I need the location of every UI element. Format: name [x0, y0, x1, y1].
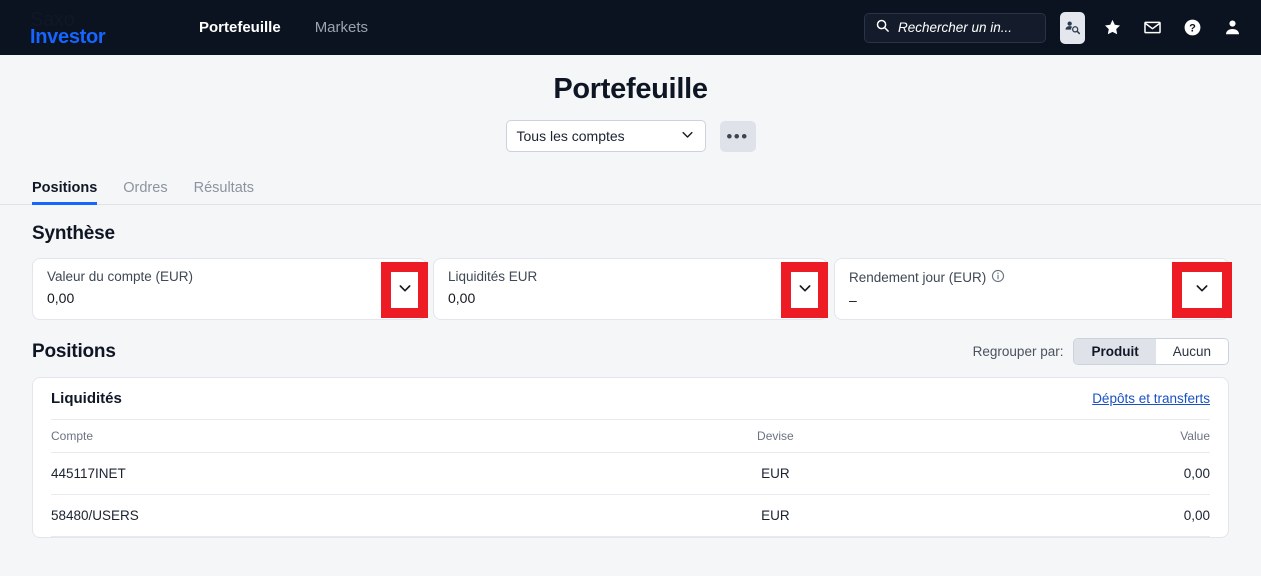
group-by-label: Regrouper par: — [972, 344, 1064, 359]
summary-cards: Valeur du compte (EUR) 0,00 Liquidités E… — [32, 258, 1232, 320]
cash-panel: Liquidités Dépôts et transferts Compte D… — [32, 377, 1229, 538]
chevron-down-icon — [680, 127, 695, 145]
nav-item-portefeuille[interactable]: Portefeuille — [199, 19, 281, 36]
column-header-compte[interactable]: Compte — [51, 420, 631, 453]
summary-card-cash: Liquidités EUR 0,00 — [433, 258, 828, 320]
account-selector-row: Tous les comptes ••• — [0, 120, 1261, 152]
summary-card-account-value: Valeur du compte (EUR) 0,00 — [32, 258, 428, 320]
summary-card-label-text: Liquidités EUR — [448, 269, 538, 284]
cell-currency: EUR — [630, 452, 921, 495]
cell-account: 445117INET — [51, 452, 631, 495]
summary-card-label: Liquidités EUR — [448, 269, 813, 284]
positions-section-title: Positions — [32, 340, 116, 362]
top-bar-actions: ? — [864, 11, 1245, 44]
tab-ordres[interactable]: Ordres — [123, 180, 167, 204]
summary-card-label: Valeur du compte (EUR) — [47, 269, 412, 284]
tab-resultats[interactable]: Résultats — [194, 180, 254, 204]
chevron-down-icon[interactable] — [797, 280, 813, 301]
cell-currency: EUR — [630, 494, 921, 537]
annotation-highlight-box-2 — [781, 262, 828, 318]
cell-value: 0,00 — [920, 494, 1210, 537]
cash-table-body: 445117INET EUR 0,00 58480/USERS EUR 0,00 — [51, 452, 1210, 537]
help-icon[interactable]: ? — [1179, 15, 1205, 41]
page-title: Portefeuille — [553, 73, 708, 105]
summary-section-title: Synthèse — [32, 223, 115, 244]
table-row[interactable]: 58480/USERS EUR 0,00 — [51, 494, 1210, 537]
summary-card-label-text: Valeur du compte (EUR) — [47, 269, 194, 284]
column-header-devise[interactable]: Devise — [630, 420, 921, 453]
star-icon[interactable] — [1099, 15, 1125, 41]
cash-panel-title: Liquidités — [51, 390, 122, 407]
cash-table: Compte Devise Value 445117INET EUR 0,00 … — [51, 420, 1210, 537]
search-icon — [875, 18, 890, 38]
user-icon[interactable] — [1219, 15, 1245, 41]
account-selector[interactable]: Tous les comptes — [505, 120, 706, 152]
cell-value: 0,00 — [920, 452, 1210, 495]
table-row[interactable]: 445117INET EUR 0,00 — [51, 452, 1210, 495]
annotation-highlight-box-3 — [1172, 262, 1232, 318]
chevron-down-icon[interactable] — [397, 280, 413, 301]
positions-header: Positions Regrouper par: Produit Aucun — [32, 338, 1229, 365]
nav-item-markets[interactable]: Markets — [315, 19, 368, 36]
more-options-icon: ••• — [726, 126, 749, 146]
chevron-down-icon[interactable] — [1194, 280, 1210, 301]
account-selector-value: Tous les comptes — [516, 128, 625, 144]
group-by-option-produit[interactable]: Produit — [1074, 339, 1156, 364]
summary-card-label: Rendement jour (EUR) — [849, 269, 1214, 286]
summary-card-value: 0,00 — [47, 290, 75, 306]
cash-table-header: Compte Devise Value — [51, 420, 1210, 453]
summary-card-label-text: Rendement jour (EUR) — [849, 270, 987, 285]
brand-name-secondary: Investor — [30, 26, 106, 48]
group-by-segmented-control: Produit Aucun — [1073, 338, 1229, 365]
top-navigation-bar: Saxo Investor Portefeuille Markets Reche… — [0, 0, 1261, 55]
summary-card-value: – — [849, 292, 857, 308]
brand-logo[interactable]: Saxo Investor — [30, 8, 135, 47]
tab-bar: Positions Ordres Résultats — [0, 172, 1261, 205]
main-content: Synthèse Valeur du compte (EUR) 0,00 Liq… — [0, 223, 1261, 538]
main-nav: Portefeuille Markets — [199, 19, 368, 36]
group-by-option-aucun[interactable]: Aucun — [1155, 339, 1228, 364]
tab-positions[interactable]: Positions — [32, 180, 98, 205]
mail-icon[interactable] — [1139, 15, 1165, 41]
more-options-button[interactable]: ••• — [719, 120, 756, 152]
deposits-transfers-link[interactable]: Dépôts et transferts — [1092, 391, 1210, 406]
table-header-row: Compte Devise Value — [51, 420, 1210, 453]
info-icon[interactable] — [991, 269, 1005, 286]
cash-panel-header: Liquidités Dépôts et transferts — [51, 378, 1210, 420]
svg-text:?: ? — [1189, 22, 1196, 34]
search-box[interactable] — [864, 12, 1077, 43]
cell-account: 58480/USERS — [51, 494, 631, 537]
column-header-value[interactable]: Value — [920, 420, 1210, 453]
summary-card-value: 0,00 — [448, 290, 476, 306]
summary-card-daily-return: Rendement jour (EUR) – — [834, 258, 1232, 320]
annotation-highlight-box-1 — [381, 262, 428, 318]
account-search-icon[interactable] — [1060, 11, 1085, 44]
search-input[interactable] — [898, 20, 1077, 35]
group-by-control: Regrouper par: Produit Aucun — [973, 338, 1229, 365]
